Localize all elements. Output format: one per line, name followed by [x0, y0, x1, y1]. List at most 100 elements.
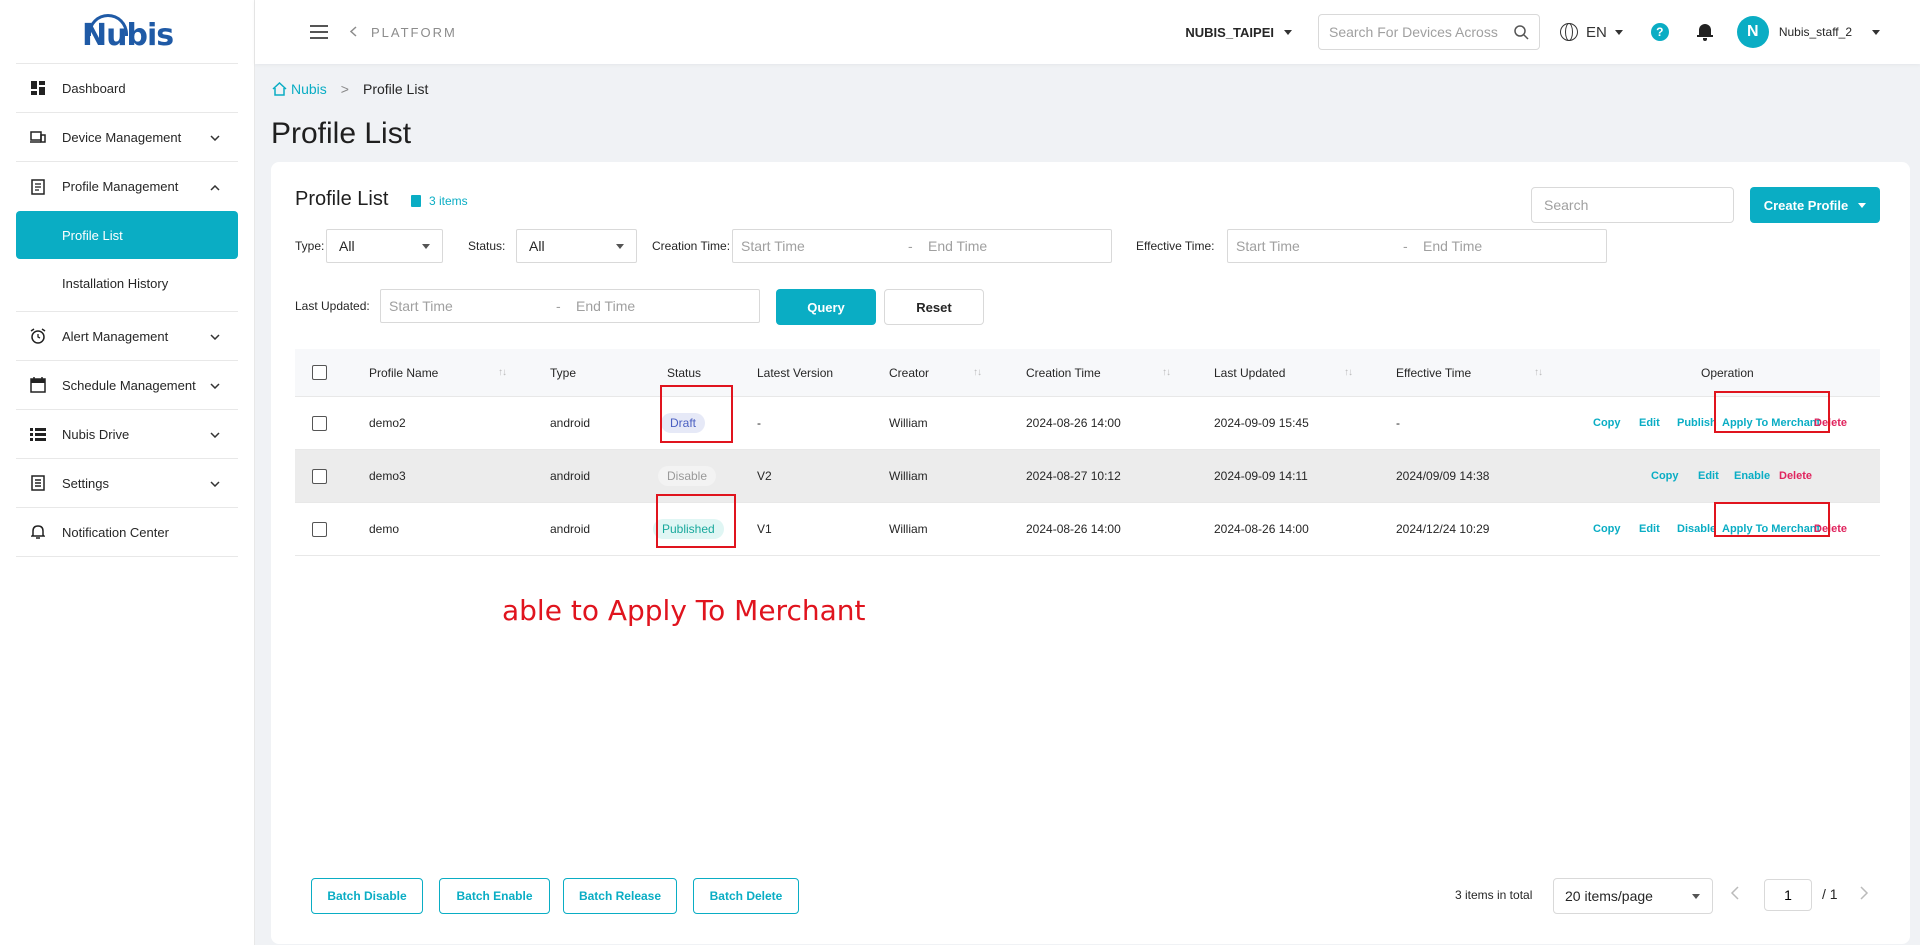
- global-search[interactable]: [1317, 14, 1540, 50]
- card-title: Profile List: [295, 188, 389, 210]
- row-checkbox[interactable]: [312, 468, 327, 484]
- notification-bell-icon[interactable]: [1696, 23, 1713, 41]
- publish-button[interactable]: Publish: [1677, 417, 1717, 429]
- sidebar-item-nubis-drive[interactable]: Nubis Drive: [16, 410, 238, 459]
- column-header-status: Status: [667, 365, 702, 380]
- copy-button[interactable]: Copy: [1593, 417, 1621, 429]
- breadcrumb-home[interactable]: Nubis: [272, 81, 327, 97]
- type-select[interactable]: All: [326, 229, 443, 263]
- help-icon[interactable]: ?: [1650, 23, 1669, 41]
- disable-button[interactable]: Disable: [1677, 523, 1716, 535]
- cell-profile-name[interactable]: demo3: [369, 450, 406, 502]
- table-header: Profile Name ↑↓ Type Status Latest Versi…: [295, 349, 1880, 397]
- caret-down-icon[interactable]: [1283, 29, 1292, 35]
- edit-button[interactable]: Edit: [1698, 470, 1719, 482]
- items-count: 3 items: [411, 194, 468, 208]
- column-header-latest-version: Latest Version: [757, 365, 834, 380]
- home-icon: [272, 82, 287, 96]
- edit-button[interactable]: Edit: [1639, 523, 1660, 535]
- sidebar-subitem-installation-history[interactable]: Installation History: [16, 259, 238, 307]
- select-all-checkbox[interactable]: [312, 365, 327, 380]
- drive-list-icon: [30, 426, 46, 442]
- sidebar-item-dashboard[interactable]: Dashboard: [16, 64, 238, 113]
- sidebar-item-notification-center[interactable]: Notification Center: [16, 508, 238, 557]
- cell-effective-time: 2024/12/24 10:29: [1396, 522, 1490, 536]
- sidebar-subitem-profile-list[interactable]: Profile List: [16, 211, 238, 259]
- sidebar-item-settings[interactable]: Settings: [16, 459, 238, 508]
- menu-toggle-icon[interactable]: [310, 25, 328, 39]
- sidebar-item-schedule-management[interactable]: Schedule Management: [16, 361, 238, 410]
- bell-icon: [30, 524, 46, 540]
- batch-enable-button[interactable]: Batch Enable: [439, 878, 550, 914]
- org-selector[interactable]: NUBIS_TAIPEI: [1185, 25, 1274, 40]
- nubis-logo[interactable]: Nubis: [16, 0, 238, 64]
- sort-icon[interactable]: ↑↓: [1534, 367, 1543, 378]
- batch-release-button[interactable]: Batch Release: [563, 878, 677, 914]
- annotation-text: able to Apply To Merchant: [502, 594, 866, 627]
- language-selector[interactable]: EN: [1559, 23, 1623, 41]
- type-filter-label: Type:: [295, 239, 325, 253]
- cell-last-updated: 2024-09-09 15:45: [1214, 416, 1309, 430]
- edit-button[interactable]: Edit: [1639, 417, 1660, 429]
- chevron-down-icon: [210, 130, 220, 144]
- reset-button[interactable]: Reset: [884, 289, 984, 325]
- caret-down-icon: [422, 243, 430, 249]
- breadcrumb: Nubis > Profile List: [272, 81, 428, 97]
- avatar[interactable]: N: [1736, 16, 1769, 48]
- page-number-input[interactable]: [1764, 879, 1812, 911]
- page-total: / 1: [1822, 886, 1838, 902]
- batch-disable-button[interactable]: Batch Disable: [311, 878, 423, 914]
- page-size-select[interactable]: 20 items/page: [1553, 878, 1713, 914]
- last-updated-range[interactable]: Start Time - End Time: [380, 289, 760, 323]
- batch-delete-button[interactable]: Batch Delete: [693, 878, 799, 914]
- sidebar-item-profile-management[interactable]: Profile Management: [16, 162, 238, 211]
- cell-profile-name[interactable]: demo: [369, 503, 399, 555]
- device-icon: [30, 129, 46, 145]
- cell-creator: William: [889, 522, 928, 536]
- sort-icon[interactable]: ↑↓: [973, 367, 982, 378]
- create-profile-button[interactable]: Create Profile: [1750, 187, 1880, 223]
- sort-icon[interactable]: ↑↓: [1162, 367, 1171, 378]
- column-header-effective-time[interactable]: Effective Time: [1396, 366, 1471, 380]
- profile-search-input[interactable]: [1531, 187, 1734, 223]
- calendar-icon: [30, 377, 46, 393]
- table-row: demo3 android Disable V2 William 2024-08…: [295, 450, 1880, 503]
- sidebar-item-alert-management[interactable]: Alert Management: [16, 312, 238, 361]
- status-badge: Disable: [658, 466, 717, 486]
- prev-page-icon[interactable]: [1730, 884, 1739, 905]
- cell-last-updated: 2024-09-09 14:11: [1214, 469, 1308, 483]
- alarm-clock-icon: [30, 328, 46, 344]
- next-page-icon[interactable]: [1860, 884, 1869, 905]
- caret-down-icon: [1614, 29, 1623, 35]
- search-icon[interactable]: [1514, 24, 1529, 40]
- table-row: demo android Published V1 William 2024-0…: [295, 503, 1880, 556]
- column-header-last-updated[interactable]: Last Updated: [1214, 366, 1285, 380]
- sort-icon[interactable]: ↑↓: [1344, 367, 1353, 378]
- sort-icon[interactable]: ↑↓: [498, 367, 507, 378]
- platform-back[interactable]: PLATFORM: [349, 24, 457, 40]
- column-header-profile-name[interactable]: Profile Name: [369, 366, 438, 380]
- effective-time-range[interactable]: Start Time - End Time: [1227, 229, 1607, 263]
- column-header-creation-time[interactable]: Creation Time: [1026, 366, 1101, 380]
- delete-button[interactable]: Delete: [1779, 470, 1812, 482]
- global-search-input[interactable]: [1328, 24, 1514, 40]
- status-select[interactable]: All: [516, 229, 637, 263]
- column-header-creator[interactable]: Creator: [889, 366, 929, 380]
- enable-button[interactable]: Enable: [1734, 470, 1770, 482]
- query-button[interactable]: Query: [776, 289, 876, 325]
- user-name[interactable]: Nubis_staff_2: [1779, 25, 1852, 39]
- effective-time-label: Effective Time:: [1136, 239, 1215, 253]
- sidebar-item-device-management[interactable]: Device Management: [16, 113, 238, 162]
- highlight-box-draft: [660, 385, 733, 443]
- row-checkbox[interactable]: [312, 521, 327, 537]
- cell-type: android: [550, 469, 591, 483]
- copy-button[interactable]: Copy: [1651, 470, 1679, 482]
- chevron-down-icon: [210, 476, 220, 490]
- column-header-operation: Operation: [1701, 365, 1754, 380]
- creation-time-range[interactable]: Start Time - End Time: [732, 229, 1112, 263]
- cell-profile-name[interactable]: demo2: [369, 397, 406, 449]
- chevron-down-icon: [210, 329, 220, 343]
- caret-down-icon[interactable]: [1872, 29, 1880, 35]
- row-checkbox[interactable]: [312, 415, 327, 431]
- copy-button[interactable]: Copy: [1593, 523, 1621, 535]
